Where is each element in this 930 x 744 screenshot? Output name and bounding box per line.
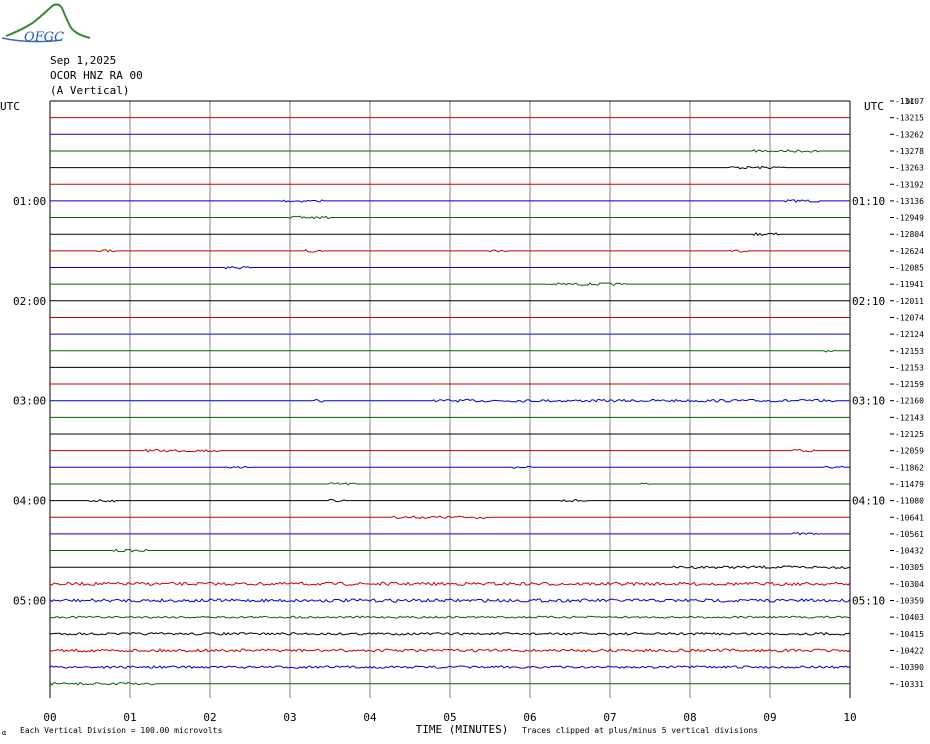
x-tick-label: 02 — [203, 711, 216, 724]
x-tick-label: 10 — [843, 711, 856, 724]
dc-offset-label: -12153 — [895, 363, 924, 372]
dc-offset-label: -12160 — [895, 397, 924, 406]
dc-offset-label: -12125 — [895, 430, 924, 439]
dc-offset-label: -10359 — [895, 597, 924, 606]
utc-left-label: UTC — [0, 100, 20, 113]
left-time-label: 05:00 — [13, 595, 46, 608]
dc-offset-label: -13262 — [895, 130, 924, 139]
x-tick-label: 03 — [283, 711, 296, 724]
dc-offset-label: -12159 — [895, 380, 924, 389]
right-time-label: 05:10 — [852, 595, 885, 608]
x-axis-label: TIME (MINUTES) — [416, 723, 509, 736]
dc-offset-label: -10403 — [895, 613, 924, 622]
dc-offset-label: -12124 — [895, 330, 924, 339]
x-tick-label: 09 — [763, 711, 776, 724]
dc-offset-label: -12804 — [895, 230, 924, 239]
dc-offset-label: -12085 — [895, 264, 924, 273]
dc-offset-label: -10331 — [895, 680, 924, 689]
right-time-label: 01:10 — [852, 195, 885, 208]
dc-offset-label: -12059 — [895, 447, 924, 456]
dc-offset-label: -10415 — [895, 630, 924, 639]
dc-offset-label: -12949 — [895, 214, 924, 223]
dc-offset-label: -10305 — [895, 563, 924, 572]
dc-offset-label: -10641 — [895, 513, 924, 522]
dc-offset-label: -10432 — [895, 547, 924, 556]
dc-offset-label: -13136 — [895, 197, 924, 206]
dc-offset-label: -12011 — [895, 297, 924, 306]
utc-right-label: UTC — [864, 100, 884, 113]
vertical-division-note: Each Vertical Division = 100.00 microvol… — [20, 726, 222, 735]
dc-offset-label: -10390 — [895, 663, 924, 672]
x-tick-label: 00 — [43, 711, 56, 724]
dc-offset-label: -11941 — [895, 280, 924, 289]
right-time-label: 03:10 — [852, 395, 885, 408]
corner-mark: α — [2, 729, 6, 737]
dc-offset-label: -13215 — [895, 114, 924, 123]
left-time-label: 02:00 — [13, 295, 46, 308]
dc-offset-label: -12624 — [895, 247, 924, 256]
right-time-label: 04:10 — [852, 495, 885, 508]
clipping-note: Traces clipped at plus/minus 5 vertical … — [522, 726, 758, 735]
x-tick-label: 08 — [683, 711, 696, 724]
dc-offset-label: -10561 — [895, 530, 924, 539]
x-tick-label: 01 — [123, 711, 136, 724]
right-time-label: 02:10 — [852, 295, 885, 308]
dc-offset-label: -12143 — [895, 413, 924, 422]
dc-label: DC — [906, 98, 914, 106]
dc-offset-label: -13278 — [895, 147, 924, 156]
dc-offset-label: -11862 — [895, 463, 924, 472]
left-time-label: 03:00 — [13, 395, 46, 408]
x-tick-label: 04 — [363, 711, 377, 724]
x-tick-label: 07 — [603, 711, 616, 724]
x-tick-label: 06 — [523, 711, 536, 724]
dc-offset-label: -11080 — [895, 497, 924, 506]
dc-offset-label: -13192 — [895, 180, 924, 189]
dc-offset-label: -10422 — [895, 646, 924, 655]
left-time-label: 04:00 — [13, 495, 46, 508]
dc-offset-label: -10304 — [895, 580, 924, 589]
dc-offset-label: -12153 — [895, 347, 924, 356]
left-time-label: 01:00 — [13, 195, 46, 208]
dc-offset-label: -11479 — [895, 480, 924, 489]
helicorder-plot: -13107-13215-13262-13278-13263-13192-131… — [0, 97, 924, 737]
dc-offset-label: -12074 — [895, 313, 924, 322]
grid — [49, 101, 851, 699]
dc-offset-label: -13263 — [895, 164, 924, 173]
